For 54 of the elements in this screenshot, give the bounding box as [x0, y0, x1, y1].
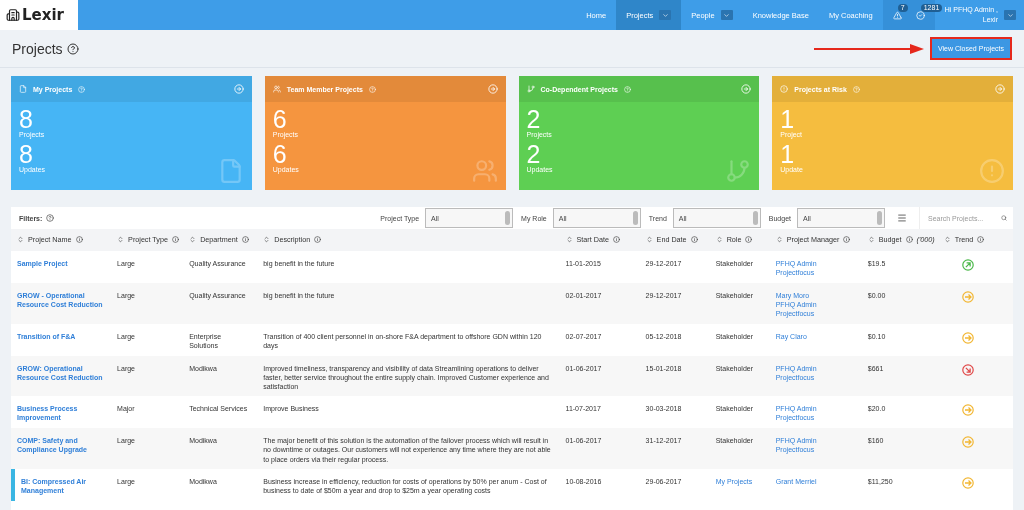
info-icon[interactable]: [314, 236, 322, 243]
check-icon[interactable]: [915, 10, 925, 20]
info-icon[interactable]: [843, 236, 851, 243]
sort-icon[interactable]: [17, 236, 24, 243]
file-icon: [19, 85, 27, 93]
users-icon: [471, 158, 498, 184]
info-icon[interactable]: [171, 236, 179, 243]
arrow-right-icon[interactable]: [741, 84, 752, 94]
project-count: 6: [272, 107, 287, 131]
caret-icon: [661, 11, 669, 19]
info-icon[interactable]: [241, 236, 249, 243]
logo-icon[interactable]: [6, 8, 20, 22]
info-icon[interactable]: [905, 236, 913, 243]
info-icon[interactable]: [612, 236, 620, 243]
update-count: 2: [526, 142, 541, 166]
caret-icon: [723, 11, 731, 19]
dropdown-toggle[interactable]: [720, 10, 733, 20]
branch-icon: [725, 158, 752, 184]
sort-icon[interactable]: [867, 236, 875, 243]
help-icon[interactable]: [46, 214, 55, 222]
info-icon[interactable]: [75, 236, 83, 243]
sort-icon[interactable]: [715, 236, 723, 243]
project-count: 2: [526, 107, 541, 131]
sort-icon[interactable]: [263, 236, 271, 243]
help-icon[interactable]: [66, 42, 79, 55]
users-icon: [272, 85, 281, 93]
info-icon[interactable]: [977, 236, 985, 243]
sort-icon[interactable]: [645, 236, 653, 243]
alert-icon: [780, 85, 789, 93]
arrow-right-icon[interactable]: [487, 84, 498, 94]
alert-icon: [979, 158, 1005, 184]
logo-text[interactable]: Lexir: [22, 6, 64, 24]
sort-icon[interactable]: [117, 236, 125, 243]
sort-icon[interactable]: [775, 236, 783, 243]
arrow-right-icon[interactable]: [995, 84, 1005, 94]
sort-icon[interactable]: [189, 236, 197, 243]
dropdown-toggle[interactable]: [1004, 10, 1016, 20]
arrow-right-icon[interactable]: [233, 84, 244, 94]
update-count: 6: [272, 142, 287, 166]
info-icon[interactable]: [690, 236, 698, 243]
page-title: Projects: [12, 40, 63, 57]
info-icon[interactable]: [745, 236, 753, 243]
sort-icon[interactable]: [565, 236, 573, 243]
branch-icon: [526, 85, 535, 93]
warning-icon[interactable]: [892, 10, 902, 20]
menu-icon[interactable]: [897, 213, 907, 223]
update-count: 1: [780, 142, 795, 166]
dropdown-toggle[interactable]: [659, 10, 672, 20]
search-icon[interactable]: [1001, 214, 1007, 222]
sort-icon[interactable]: [943, 236, 951, 243]
project-count: 8: [19, 107, 33, 131]
update-count: 8: [19, 142, 33, 166]
project-count: 1: [780, 107, 795, 131]
caret-icon: [1006, 11, 1014, 19]
